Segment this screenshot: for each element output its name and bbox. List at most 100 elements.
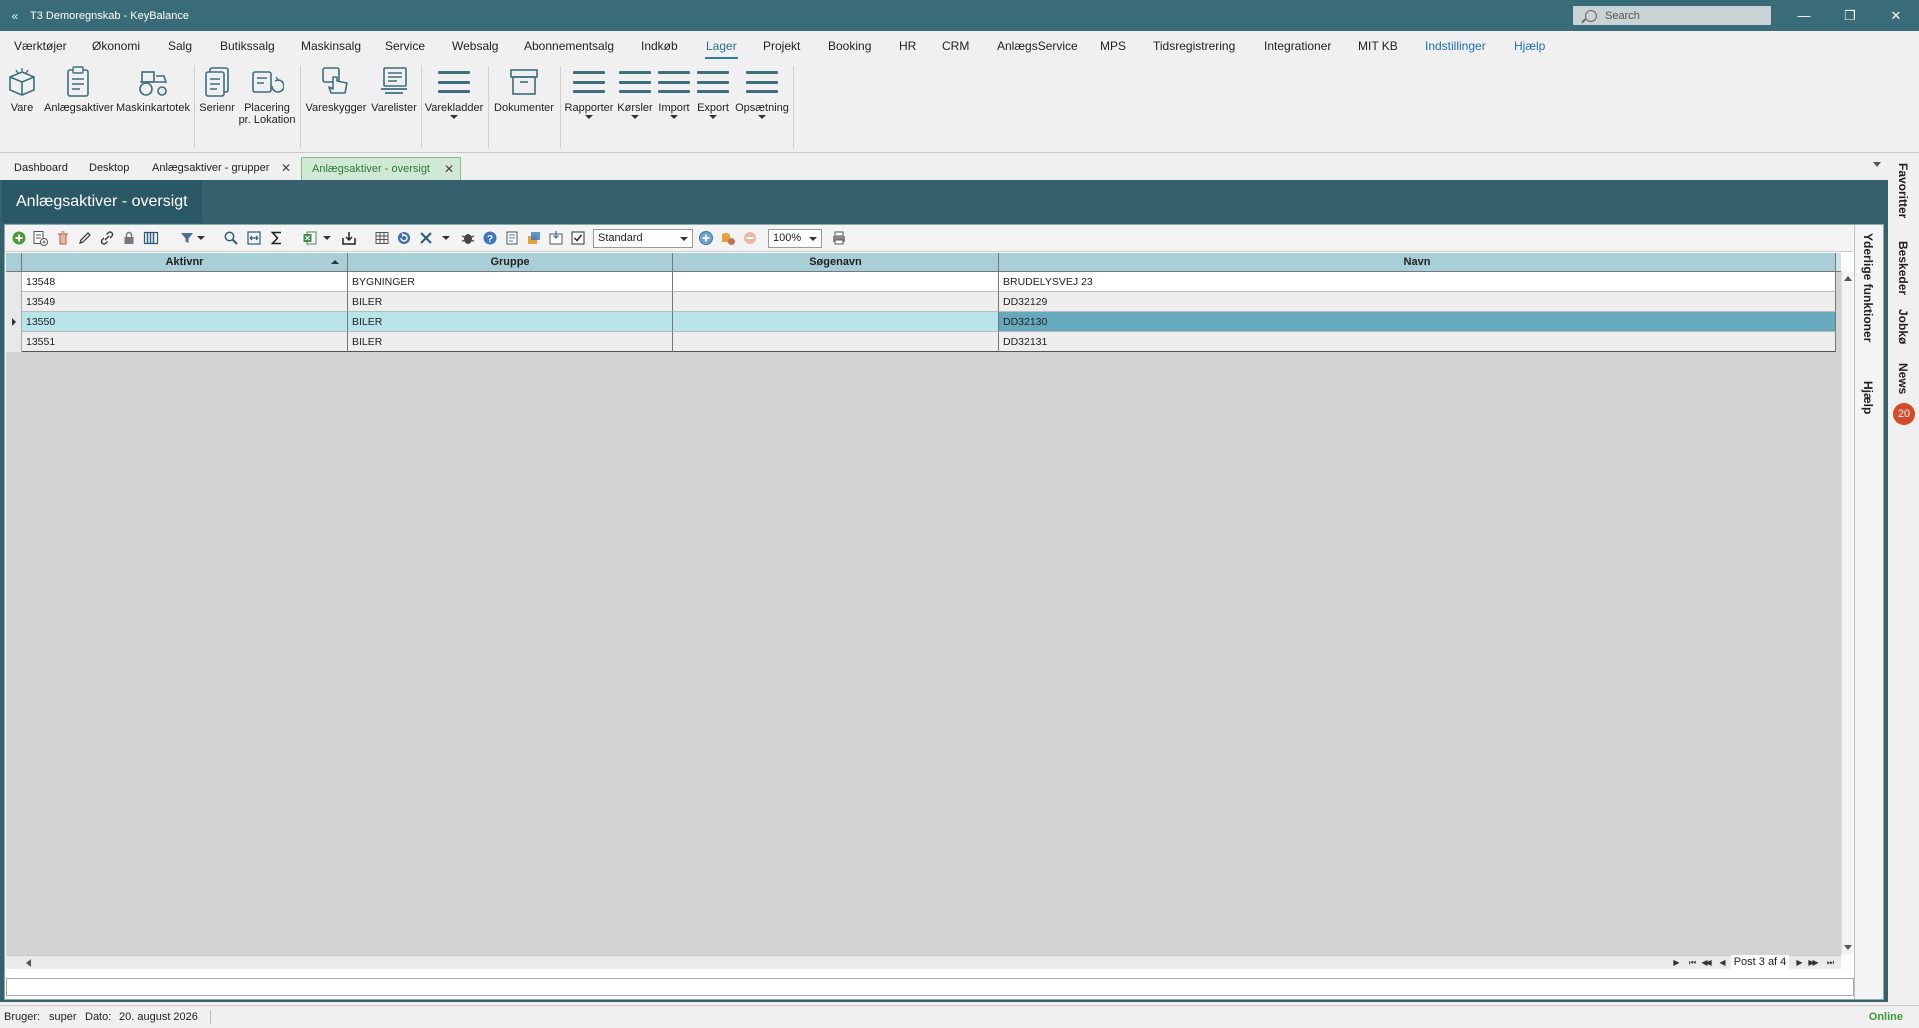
bug-icon[interactable] <box>460 230 476 246</box>
add-icon[interactable] <box>11 230 27 246</box>
next-record-icon[interactable]: ▶ <box>1792 956 1805 969</box>
document-list-icon[interactable] <box>504 230 520 246</box>
table-row[interactable]: 13548 BYGNINGER BRUDELYSVEJ 23 <box>22 272 1836 292</box>
jobkoe-tab[interactable]: Jobkø <box>1896 309 1910 344</box>
menu-indkoeb[interactable]: Indkøb <box>641 39 678 53</box>
menu-tidsregistrering[interactable]: Tidsregistrering <box>1153 39 1235 53</box>
menu-salg[interactable]: Salg <box>168 39 192 53</box>
previous-record-icon[interactable]: ◀ <box>1715 956 1728 969</box>
fit-columns-icon[interactable] <box>246 230 262 246</box>
app-back-icon[interactable]: « <box>0 9 30 23</box>
cell-aktivnr[interactable]: 13550 <box>22 312 348 332</box>
ribbon-serienr-button[interactable]: Serienr <box>198 62 236 114</box>
save-layout-icon[interactable] <box>720 230 736 246</box>
menu-service[interactable]: Service <box>385 39 425 53</box>
tools-icon[interactable] <box>418 230 434 246</box>
vertical-scrollbar[interactable] <box>1841 272 1853 954</box>
cell-gruppe[interactable]: BILER <box>348 292 673 312</box>
cell-gruppe[interactable]: BILER <box>348 332 673 352</box>
scroll-down-icon[interactable] <box>1844 945 1852 950</box>
tab-desktop[interactable]: Desktop <box>79 157 139 180</box>
export-dropdown-caret-icon[interactable] <box>323 236 331 240</box>
row-selector[interactable] <box>6 332 22 352</box>
ribbon-korsler-button[interactable]: Kørsler <box>616 62 654 119</box>
restore-button[interactable]: ❐ <box>1827 0 1873 31</box>
menu-mps[interactable]: MPS <box>1100 39 1126 53</box>
scroll-up-icon[interactable] <box>1844 276 1852 281</box>
cell-gruppe[interactable]: BILER <box>348 312 673 332</box>
cell-navn[interactable]: DD32130 <box>999 312 1836 332</box>
search-icon[interactable] <box>223 230 239 246</box>
menu-hr[interactable]: HR <box>899 39 916 53</box>
menu-projekt[interactable]: Projekt <box>763 39 800 53</box>
print-icon[interactable] <box>831 230 847 246</box>
tab-dashboard[interactable]: Dashboard <box>4 157 78 180</box>
tab-anlaegsaktiver-grupper[interactable]: Anlægsaktiver - grupper ✕ <box>142 157 297 180</box>
scroll-right-icon[interactable]: ▶ <box>1669 956 1682 969</box>
menu-websalg[interactable]: Websalg <box>452 39 498 53</box>
filter-dropdown-caret-icon[interactable] <box>197 236 205 240</box>
close-tab-icon[interactable]: ✕ <box>281 157 291 179</box>
last-record-icon[interactable]: ⏭ <box>1823 956 1836 969</box>
layers-icon[interactable] <box>526 230 542 246</box>
import-tray-icon[interactable] <box>341 230 357 246</box>
close-tab-icon[interactable]: ✕ <box>444 158 454 180</box>
menu-indstillinger[interactable]: Indstillinger <box>1425 39 1486 53</box>
filter-icon[interactable] <box>179 230 195 246</box>
cell-soegenavn[interactable] <box>673 292 999 312</box>
ribbon-varekladder-button[interactable]: Varekladder <box>424 62 484 119</box>
table-row[interactable]: 13551 BILER DD32131 <box>22 332 1836 352</box>
refresh-icon[interactable] <box>396 230 412 246</box>
menu-butikssalg[interactable]: Butikssalg <box>220 39 275 53</box>
menu-lager[interactable]: Lager <box>705 39 738 59</box>
row-selector[interactable] <box>6 292 22 312</box>
tools-dropdown-caret-icon[interactable] <box>442 236 450 240</box>
menu-hjaelp[interactable]: Hjælp <box>1514 39 1545 53</box>
column-header-gruppe[interactable]: Gruppe <box>348 253 673 272</box>
menu-mit-kb[interactable]: MIT KB <box>1358 39 1398 53</box>
sum-icon[interactable] <box>269 230 285 246</box>
ribbon-export-button[interactable]: Export <box>694 62 732 119</box>
excel-icon[interactable] <box>302 230 318 246</box>
ribbon-import-button[interactable]: Import <box>656 62 692 119</box>
cell-soegenavn[interactable] <box>673 312 999 332</box>
remove-layout-icon[interactable] <box>742 230 758 246</box>
first-record-icon[interactable]: ⏮ <box>1685 956 1698 969</box>
menu-maskinsalg[interactable]: Maskinsalg <box>301 39 361 53</box>
ribbon-maskinkartotek-button[interactable]: Maskinkartotek <box>116 62 190 114</box>
menu-integrationer[interactable]: Integrationer <box>1264 39 1331 53</box>
ribbon-dokumenter-button[interactable]: Dokumenter <box>492 62 556 114</box>
ribbon-anlaegsaktiver-button[interactable]: Anlægsaktiver <box>44 62 114 114</box>
ribbon-placering-button[interactable]: Placering pr. Lokation <box>238 62 296 126</box>
close-window-button[interactable]: ✕ <box>1873 0 1919 31</box>
layout-select[interactable]: Standard <box>593 229 693 248</box>
grid-view-icon[interactable] <box>374 230 390 246</box>
menu-booking[interactable]: Booking <box>828 39 871 53</box>
columns-icon[interactable] <box>143 230 159 246</box>
cell-navn[interactable]: BRUDELYSVEJ 23 <box>999 272 1836 292</box>
link-icon[interactable] <box>99 230 115 246</box>
column-header-soegenavn[interactable]: Søgenavn <box>673 253 999 272</box>
table-row[interactable]: 13549 BILER DD32129 <box>22 292 1836 312</box>
cell-aktivnr[interactable]: 13548 <box>22 272 348 292</box>
news-tab[interactable]: News <box>1896 363 1910 394</box>
add-layout-icon[interactable] <box>698 230 714 246</box>
menu-anlaegsservice[interactable]: AnlægsService <box>997 39 1078 53</box>
menu-vaerktoejer[interactable]: Værktøjer <box>14 39 67 53</box>
column-header-aktivnr[interactable]: Aktivnr <box>22 253 348 272</box>
minimize-button[interactable]: — <box>1781 0 1827 31</box>
edit-pencil-icon[interactable] <box>77 230 93 246</box>
cell-navn[interactable]: DD32129 <box>999 292 1836 312</box>
cell-gruppe[interactable]: BYGNINGER <box>348 272 673 292</box>
inbox-icon[interactable] <box>548 230 564 246</box>
previous-page-icon[interactable]: ◀◀ <box>1699 956 1712 969</box>
checkbox-icon[interactable] <box>570 230 586 246</box>
ribbon-rapporter-button[interactable]: Rapporter <box>564 62 614 119</box>
scroll-left-icon[interactable] <box>26 959 31 967</box>
row-selector[interactable] <box>6 272 22 292</box>
yderlige-funktioner-tab[interactable]: Yderlige funktioner <box>1861 233 1875 342</box>
column-header-navn[interactable]: Navn <box>999 253 1836 272</box>
zoom-select[interactable]: 100% <box>768 229 822 248</box>
cell-navn[interactable]: DD32131 <box>999 332 1836 352</box>
cell-aktivnr[interactable]: 13551 <box>22 332 348 352</box>
